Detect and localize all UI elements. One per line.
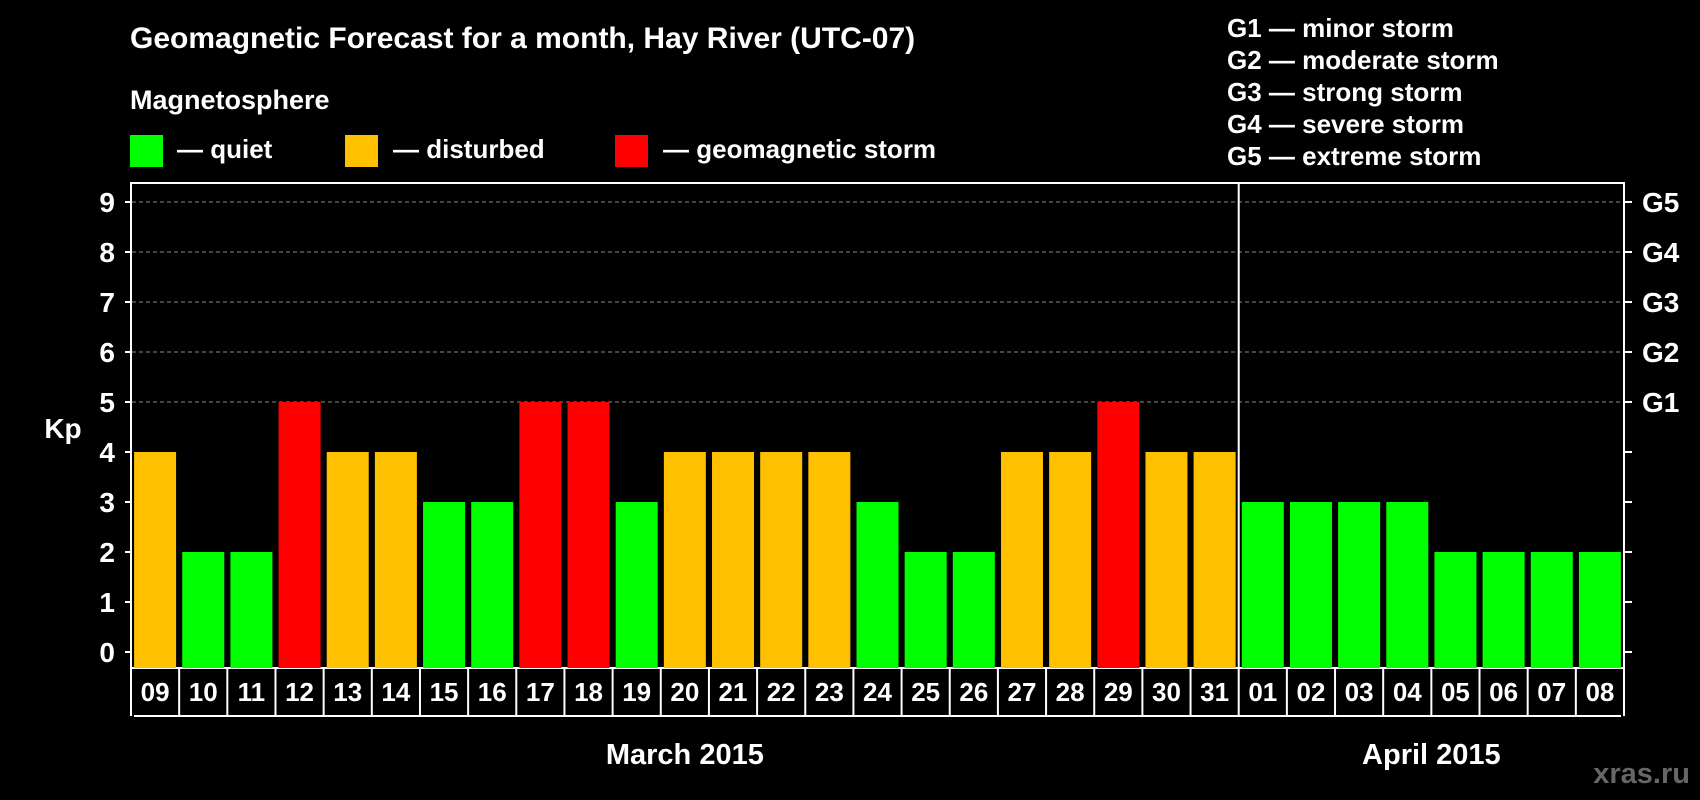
kp-bar (760, 452, 803, 668)
legend-swatch-storm (615, 135, 648, 167)
kp-bar (1193, 452, 1236, 668)
g-level-label: G3 (1642, 287, 1679, 318)
kp-bar (1386, 502, 1429, 668)
y-tick-label: 0 (99, 637, 115, 668)
g-level-label: G5 (1642, 187, 1679, 218)
legend-swatch-quiet (130, 135, 163, 167)
kp-bar (952, 552, 995, 668)
g-level-label: G4 (1642, 237, 1680, 268)
kp-bar (615, 502, 658, 668)
kp-bar (1482, 552, 1525, 668)
kp-bar (1145, 452, 1188, 668)
date-label: 17 (526, 677, 555, 707)
kp-bar (1289, 502, 1332, 668)
date-label: 19 (622, 677, 651, 707)
kp-bar (1000, 452, 1043, 668)
y-tick-label: 4 (99, 437, 115, 468)
legend: — quiet — disturbed — geomagnetic storm (130, 134, 936, 167)
kp-bar (1530, 552, 1573, 668)
y-tick-label: 1 (99, 587, 115, 618)
g-scale-g2: G2 — moderate storm (1227, 45, 1499, 75)
date-label: 09 (141, 677, 170, 707)
kp-bar (134, 452, 177, 668)
date-label: 24 (863, 677, 892, 707)
kp-bar (856, 502, 899, 668)
g-scale-legend: G1 — minor storm G2 — moderate storm G3 … (1227, 13, 1499, 171)
date-label: 27 (1008, 677, 1037, 707)
date-label: 08 (1585, 677, 1614, 707)
legend-label-disturbed: — disturbed (393, 134, 545, 164)
kp-bar (519, 402, 562, 668)
chart-subtitle: Magnetosphere (130, 85, 330, 115)
g-scale-g5: G5 — extreme storm (1227, 141, 1481, 171)
kp-bar (1097, 402, 1140, 668)
chart-title: Geomagnetic Forecast for a month, Hay Ri… (130, 22, 915, 55)
legend-label-quiet: — quiet (177, 134, 273, 164)
watermark: xras.ru (1593, 758, 1690, 790)
date-label: 29 (1104, 677, 1133, 707)
date-label: 30 (1152, 677, 1181, 707)
date-label: 28 (1056, 677, 1085, 707)
date-label: 12 (285, 677, 314, 707)
y-tick-label: 7 (99, 287, 115, 318)
date-label: 10 (189, 677, 218, 707)
g-level-label: G2 (1642, 337, 1679, 368)
y-tick-label: 5 (99, 387, 115, 418)
date-label: 15 (430, 677, 459, 707)
date-label: 11 (238, 677, 266, 707)
kp-bar (1338, 502, 1381, 668)
kp-bar (1049, 452, 1092, 668)
date-label: 22 (767, 677, 796, 707)
date-label: 21 (719, 677, 748, 707)
kp-bar (471, 502, 514, 668)
date-label: 02 (1296, 677, 1325, 707)
date-label: 23 (815, 677, 844, 707)
month-label: April 2015 (1362, 739, 1501, 771)
date-label: 18 (574, 677, 603, 707)
date-label: 01 (1248, 677, 1277, 707)
date-label: 13 (333, 677, 362, 707)
kp-bar (1434, 552, 1477, 668)
g-scale-g3: G3 — strong storm (1227, 77, 1462, 107)
date-label: 25 (911, 677, 940, 707)
date-label: 03 (1345, 677, 1374, 707)
kp-bar (326, 452, 369, 668)
kp-bar (567, 402, 610, 668)
kp-bar (278, 402, 321, 668)
kp-bar (712, 452, 755, 668)
kp-bar (663, 452, 706, 668)
kp-bar (1578, 552, 1621, 668)
legend-swatch-disturbed (345, 135, 378, 167)
kp-bar (230, 552, 273, 668)
date-label: 14 (381, 677, 410, 707)
plot-area: 0123456789G1G2G3G4G509 10 11 12 13 14 15 16 17 18… (99, 182, 1680, 771)
date-label: 16 (478, 677, 507, 707)
date-label: 31 (1200, 677, 1229, 707)
kp-bar (904, 552, 947, 668)
y-tick-label: 3 (99, 487, 115, 518)
g-scale-g4: G4 — severe storm (1227, 109, 1464, 139)
kp-chart: Geomagnetic Forecast for a month, Hay Ri… (44, 13, 1690, 790)
kp-bar (374, 452, 417, 668)
g-scale-g1: G1 — minor storm (1227, 13, 1454, 43)
kp-bar (1241, 502, 1284, 668)
date-label: 04 (1393, 677, 1422, 707)
date-label: 05 (1441, 677, 1470, 707)
y-tick-label: 9 (99, 187, 115, 218)
y-tick-label: 2 (99, 537, 115, 568)
kp-bar (423, 502, 466, 668)
kp-bar (808, 452, 851, 668)
date-label: 26 (959, 677, 988, 707)
date-label: 07 (1537, 677, 1566, 707)
g-level-label: G1 (1642, 387, 1679, 418)
y-tick-label: 6 (99, 337, 115, 368)
date-label: 20 (670, 677, 699, 707)
date-label: 06 (1489, 677, 1518, 707)
legend-label-storm: — geomagnetic storm (663, 134, 936, 164)
y-tick-label: 8 (99, 237, 115, 268)
month-label: March 2015 (606, 739, 764, 771)
kp-bar (182, 552, 225, 668)
y-axis-label: Kp (44, 413, 81, 444)
